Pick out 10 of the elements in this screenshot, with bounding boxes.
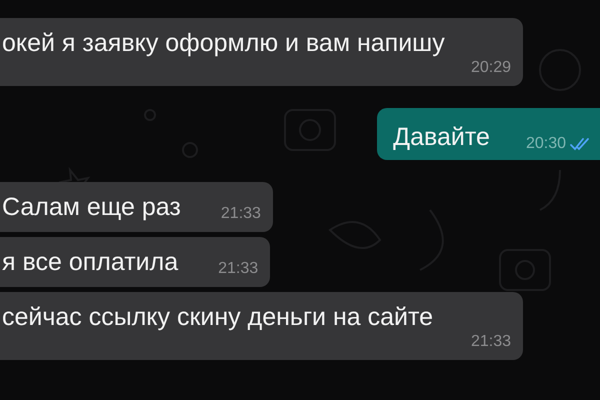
message-text: сейчас ссылку скину деньги на сайте [2,302,434,333]
message-text: окей я заявку оформлю и вам напишу [2,28,445,59]
message-time: 21:33 [220,205,261,223]
message-time: 21:33 [217,260,258,278]
message-time: 21:33 [470,333,511,351]
message-text: я все оплатила [2,247,178,278]
message-time: 20:30 [524,135,566,153]
message-text: Салам еще раз [2,192,181,223]
message-text: Давайте [393,122,490,153]
message-time: 20:29 [470,59,511,77]
